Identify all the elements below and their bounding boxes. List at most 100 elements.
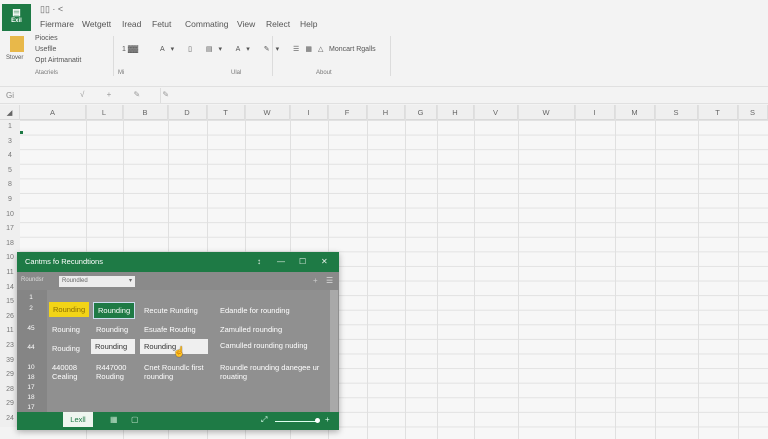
column-header[interactable]: T	[207, 105, 245, 120]
column-header[interactable]: W	[518, 105, 575, 120]
rounding-select[interactable]: Roundled ▾	[59, 276, 135, 287]
toolbar-label: Roundsr	[21, 277, 44, 283]
quick-access-toolbar[interactable]: ▯▯ · <	[40, 4, 63, 15]
column-header[interactable]: M	[615, 105, 655, 120]
cell[interactable]: Camulled rounding nuding	[220, 341, 315, 350]
row-header[interactable]: 17	[0, 222, 20, 237]
row-header[interactable]: 10	[0, 207, 20, 223]
cell[interactable]: Rouding	[52, 344, 80, 353]
menu-relect[interactable]: Relect	[266, 19, 290, 29]
style-dropdown[interactable]: Moncart Rgalls	[329, 46, 376, 53]
column-header[interactable]: H	[367, 105, 405, 120]
dialog-row-numbers: 1 2 45 44 10 18 17 18 17	[17, 290, 47, 412]
gridline	[367, 105, 368, 439]
active-cell-marker	[20, 131, 23, 134]
row-header[interactable]: 9	[0, 193, 20, 208]
zoom-slider-handle[interactable]	[315, 418, 320, 423]
sheet-tab[interactable]: Lexll	[63, 412, 93, 427]
gridline	[405, 105, 406, 439]
row-header[interactable]: 3	[0, 134, 20, 150]
menu-fiermare[interactable]: Fiermare	[40, 19, 74, 29]
page-icon[interactable]: ▢	[131, 415, 139, 424]
row-header[interactable]: 5	[0, 163, 20, 179]
column-header[interactable]: B	[123, 105, 168, 120]
column-header[interactable]: W	[245, 105, 290, 120]
clipboard-item[interactable]: Piocies	[35, 35, 58, 42]
minimize-icon[interactable]: —	[277, 252, 285, 272]
format-buttons[interactable]: A▾ ▯ ▤▾ A▾ ✎▾ ☰▦△	[160, 45, 329, 53]
column-headers: ◢ A L B D T W I F H G H V W I M S T S	[0, 105, 768, 120]
divider	[390, 36, 391, 76]
column-header[interactable]: S	[738, 105, 768, 120]
dialog-title: Cantms fo Recundtions	[17, 252, 339, 272]
zoom-out-icon[interactable]: ⤢	[261, 415, 267, 425]
maximize-icon[interactable]: ☐	[299, 252, 306, 272]
select-all-corner[interactable]: ◢	[0, 105, 20, 120]
row-header[interactable]: 1	[0, 120, 20, 135]
gridline	[474, 105, 475, 439]
menu-commating[interactable]: Commating	[185, 19, 228, 29]
group-label: Atacriels	[35, 70, 59, 76]
gridline	[518, 105, 519, 439]
menu-help[interactable]: Help	[300, 19, 317, 29]
menu-view[interactable]: View	[237, 19, 255, 29]
row-header[interactable]: 18	[0, 236, 20, 252]
cell[interactable]: R447000 Rouding	[96, 363, 140, 381]
zoom-slider[interactable]	[275, 421, 317, 422]
name-box[interactable]: Gi	[6, 91, 14, 100]
column-header[interactable]: T	[698, 105, 738, 120]
paste-icon[interactable]	[10, 36, 24, 52]
dialog-content: 1 2 45 44 10 18 17 18 17 Rounding Roundi…	[17, 290, 339, 412]
cell[interactable]: Rounding	[96, 325, 128, 334]
file-icon: ▤	[12, 7, 21, 17]
cursor-icon: ☝	[173, 347, 186, 358]
gridline	[655, 105, 656, 439]
row-header[interactable]: 8	[0, 178, 20, 193]
column-header[interactable]: D	[168, 105, 207, 120]
font-size-dropdown[interactable]: 1 ▓▓	[122, 46, 138, 53]
file-button[interactable]: ▤ Exil	[2, 4, 31, 31]
gridline	[575, 105, 576, 439]
gridline	[738, 105, 739, 439]
formula-input[interactable]	[160, 88, 766, 103]
menu-fetut[interactable]: Fetut	[152, 19, 171, 29]
cell[interactable]: Cnet Roundlc first rounding	[144, 363, 210, 381]
group-label: Ulal	[231, 70, 242, 76]
cell[interactable]: Roundle rounding danegee ur rouating	[220, 363, 320, 381]
column-header[interactable]: A	[20, 105, 86, 120]
dialog-status-bar: Lexll ▦ ▢ ⤢ +	[17, 412, 339, 430]
column-header[interactable]: I	[290, 105, 328, 120]
chevron-down-icon: ▾	[128, 278, 132, 284]
column-header[interactable]: F	[328, 105, 367, 120]
clipboard-item[interactable]: Useflle	[35, 46, 56, 53]
menu-wetgett[interactable]: Wetgett	[82, 19, 111, 29]
group-label: Mi	[118, 70, 125, 76]
cell[interactable]: Edandle for rounding	[220, 306, 290, 315]
formula-bar: Gi √ + ✎ ✎	[0, 86, 768, 104]
cell[interactable]: Esuafe Roudng	[144, 325, 196, 334]
cell-input[interactable]: Rounding	[91, 339, 135, 354]
cell[interactable]: Recute Runding	[144, 306, 198, 315]
close-icon[interactable]: ✕	[321, 252, 328, 272]
add-icon[interactable]: +	[313, 276, 318, 285]
menu-iread[interactable]: Iread	[122, 19, 141, 29]
column-header[interactable]: L	[86, 105, 123, 120]
menu-icon[interactable]: ☰	[326, 276, 333, 285]
column-header[interactable]: S	[655, 105, 698, 120]
pin-icon[interactable]: ↕	[257, 252, 261, 272]
rounding-dialog: Cantms fo Recundtions ↕ — ☐ ✕ Roundsr Ro…	[17, 252, 339, 430]
column-header[interactable]: H	[437, 105, 474, 120]
clipboard-item[interactable]: Opt Airtmanatit	[35, 57, 81, 64]
cell-selected[interactable]: Rounding	[93, 302, 136, 319]
cell-highlighted[interactable]: Rounding	[49, 302, 90, 317]
vertical-scrollbar[interactable]	[330, 290, 338, 412]
row-header[interactable]: 4	[0, 149, 20, 164]
column-header[interactable]: I	[575, 105, 615, 120]
column-header[interactable]: V	[474, 105, 518, 120]
cell[interactable]: Zamulled rounding	[220, 325, 282, 334]
column-header[interactable]: G	[405, 105, 437, 120]
zoom-in-icon[interactable]: +	[325, 415, 330, 424]
cell[interactable]: 440008 Cealing	[52, 363, 92, 381]
cell[interactable]: Rouning	[52, 325, 80, 334]
grid-icon[interactable]: ▦	[110, 415, 118, 424]
